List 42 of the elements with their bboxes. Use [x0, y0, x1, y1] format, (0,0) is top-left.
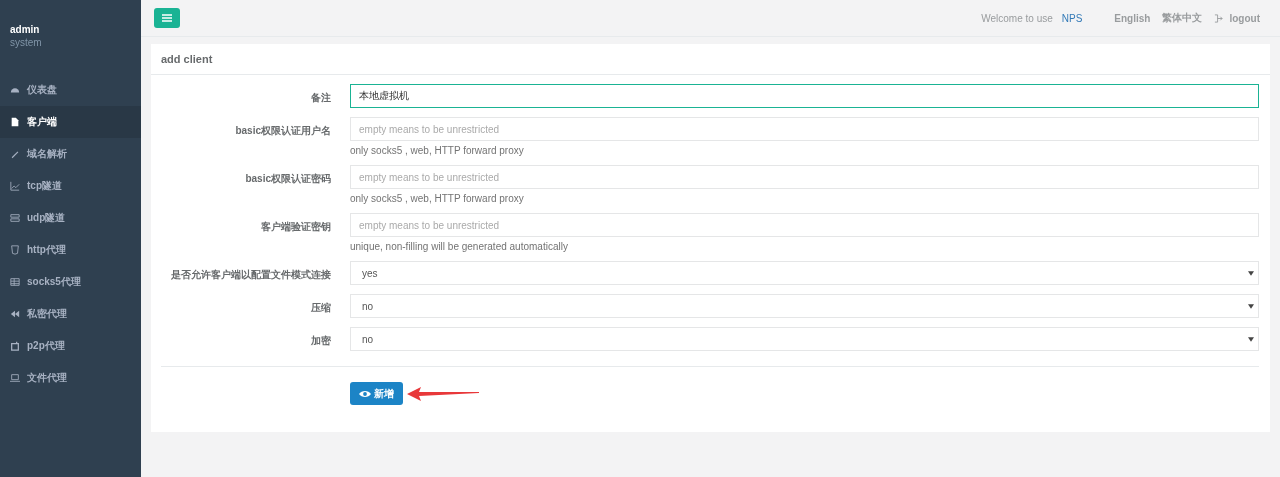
sidebar-item[interactable]: 文件代理	[0, 362, 141, 394]
sidebar-item[interactable]: 私密代理	[0, 298, 141, 330]
field-label: basic权限认证用户名	[234, 124, 331, 138]
select-field[interactable]: yes	[350, 261, 1259, 285]
caret-icon	[1248, 270, 1254, 276]
user-name: admin	[10, 24, 41, 35]
sidebar-item[interactable]: 客户端	[0, 106, 141, 138]
welcome-text: Welcome to use	[981, 12, 1053, 24]
sidebar-item[interactable]: p2p代理	[0, 330, 141, 362]
logout-icon	[1214, 13, 1224, 23]
field-label: basic权限认证密码	[244, 172, 331, 186]
caret-icon	[1248, 303, 1254, 309]
caret-icon	[1248, 336, 1254, 342]
sidebar-item[interactable]: socks5代理	[0, 266, 141, 298]
sidebar-item[interactable]: tcp隧道	[0, 170, 141, 202]
help-text: unique, non-filling will be generated automatically	[350, 241, 569, 252]
language-link[interactable]: 繁体中文	[1162, 11, 1203, 25]
sidebar-item[interactable]: udp隧道	[0, 202, 141, 234]
logout-link[interactable]: logout	[1214, 12, 1260, 24]
field-label: 备注	[310, 91, 331, 105]
help-text: only socks5 , web, HTTP forward proxy	[350, 193, 525, 204]
menu-button[interactable]	[154, 8, 180, 28]
arrow-drawing	[407, 386, 479, 401]
help-text: only socks5 , web, HTTP forward proxy	[350, 145, 525, 156]
text-field[interactable]: 本地虚拟机	[350, 84, 1259, 108]
select-field[interactable]: no	[350, 294, 1259, 318]
field-label: 客户端验证密钥	[260, 220, 331, 234]
text-field[interactable]: empty means to be unrestricted	[350, 165, 1259, 189]
eye-icon	[359, 389, 371, 398]
panel-title: add client	[151, 44, 1270, 75]
select-field[interactable]: no	[350, 327, 1259, 351]
text-field[interactable]: empty means to be unrestricted	[350, 213, 1259, 237]
user-role: system	[10, 37, 43, 48]
field-label: 加密	[310, 334, 331, 348]
sidebar-item[interactable]: 仪表盘	[0, 74, 141, 106]
text-field[interactable]: empty means to be unrestricted	[350, 117, 1259, 141]
sidebar-item[interactable]: 域名解析	[0, 138, 141, 170]
field-label: 是否允许客户端以配置文件模式连接	[170, 268, 331, 282]
brand-link[interactable]: NPS	[1061, 12, 1083, 24]
submit-button[interactable]: 新增	[350, 382, 403, 405]
sidebar-item[interactable]: http代理	[0, 234, 141, 266]
field-label: 压缩	[310, 301, 331, 315]
